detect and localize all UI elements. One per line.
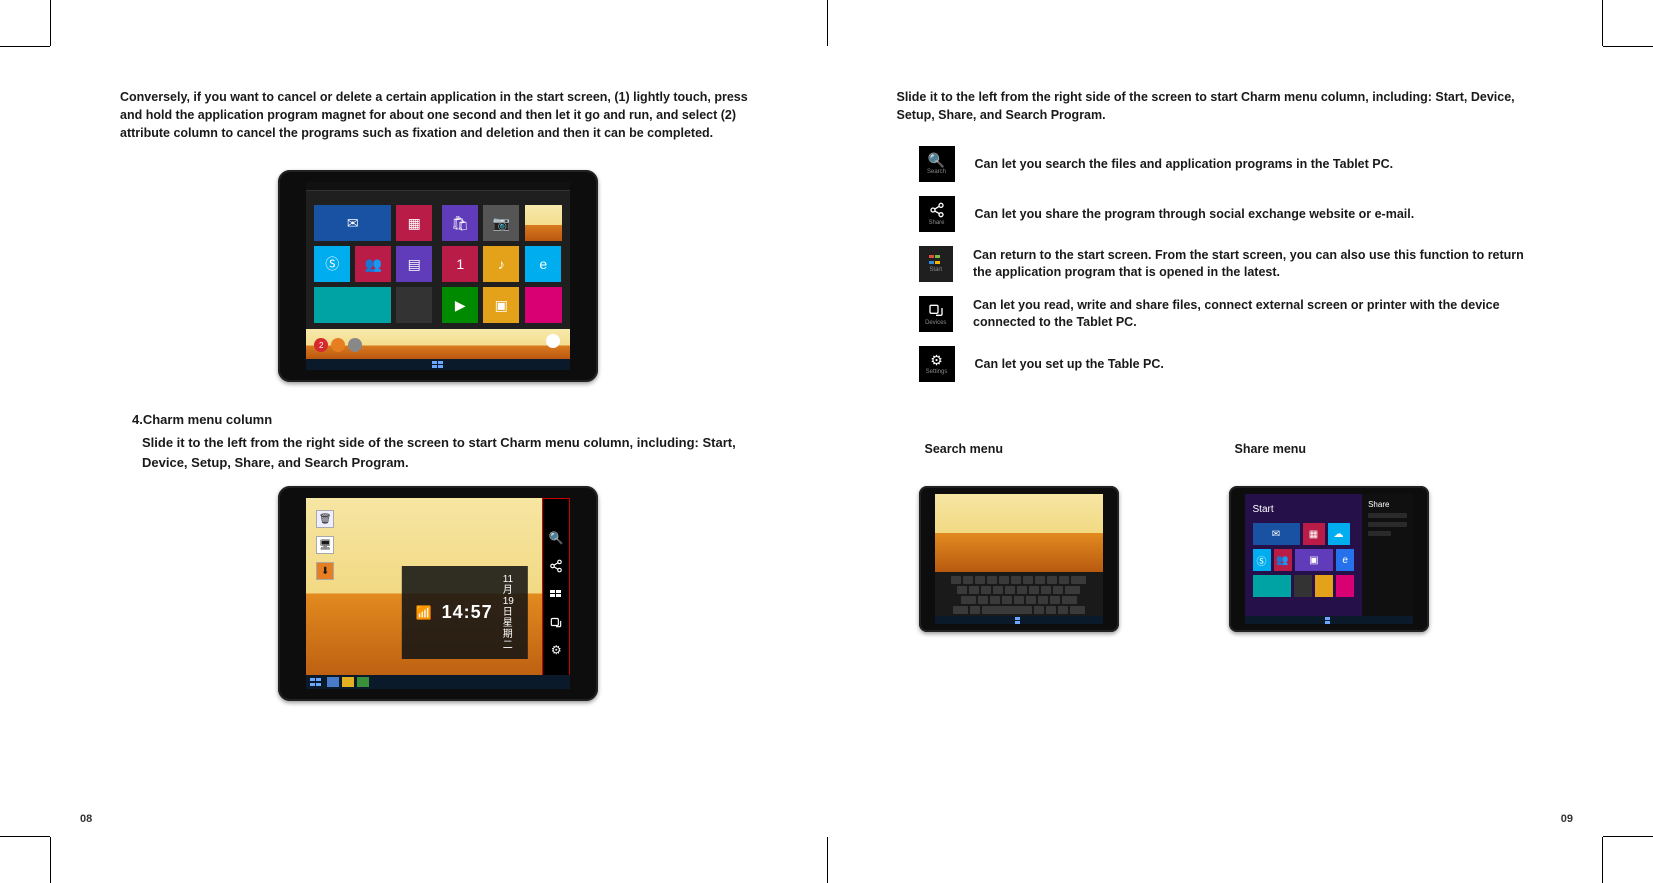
right-intro: Slide it to the left from the right side… (897, 88, 1534, 124)
news-tile (1253, 575, 1292, 597)
ie-tile: e (1336, 549, 1354, 571)
clock-date-1: 11月19日 (503, 574, 514, 618)
search-menu-figure: Search menu (919, 442, 1119, 632)
taskbar-windows-icon (310, 678, 322, 686)
charm-tile-share: Share (919, 196, 955, 232)
sports-tile (525, 287, 562, 323)
charm-devices-icon (549, 615, 563, 629)
windows-button-icon (1325, 617, 1333, 623)
search-menu-title: Search menu (925, 442, 1004, 456)
people-tile: 👥 (355, 246, 391, 282)
start-icon (929, 255, 943, 265)
charm-desc-search: Can let you search the files and applica… (975, 156, 1394, 173)
intro-paragraph: Conversely, if you want to cancel or del… (120, 88, 757, 142)
app-tile (1294, 575, 1312, 597)
mail-tile: ✉ (314, 205, 391, 241)
charm-bar: 🔍 ⚙ (542, 498, 570, 689)
onscreen-keyboard (935, 572, 1103, 616)
charm-search-icon: 🔍 (549, 531, 563, 545)
charm-tile-devices: Devices (919, 296, 954, 332)
section-4-heading: 4.Charm menu column (132, 412, 757, 427)
store-tile: 🛍 (442, 205, 478, 241)
xbox-tile: ▶ (442, 287, 478, 323)
page-number-left: 08 (80, 813, 92, 825)
windows-button-icon (1015, 617, 1023, 623)
charm-desc-settings: Can let you set up the Table PC. (975, 356, 1164, 373)
share-panel: Share (1362, 494, 1412, 624)
charm-tile-start: Start (919, 246, 954, 282)
taskbar-ie-icon (327, 677, 339, 687)
clock-date-2: 星期二 (503, 618, 513, 651)
weather-photo-tile (525, 205, 562, 241)
devices-icon (928, 302, 944, 318)
charm-settings-icon: ⚙ (549, 643, 563, 657)
people-tile: 👥 (1274, 549, 1292, 571)
mail-tile: ✉ (1253, 523, 1300, 545)
pc-icon: 🖥 (316, 536, 334, 554)
taskbar-explorer-icon (342, 677, 354, 687)
charm-tile-search: 🔍 Search (919, 146, 955, 182)
cloud-tile: ☁ (1328, 523, 1350, 545)
charm-descriptions: 🔍 Search Can let you search the files an… (919, 146, 1534, 382)
search-icon: 🔍 (928, 153, 945, 167)
calendar-tile: ▦ (1303, 523, 1325, 545)
charm-desc-devices: Can let you read, write and share files,… (973, 297, 1533, 331)
ie-tile: e (525, 246, 561, 282)
notes-tile: ▤ (396, 246, 432, 282)
tablet-start-screen-figure: ✉ ▦ Ⓢ 👥 ▤ (278, 170, 598, 382)
download-icon: ⬇ (316, 562, 334, 580)
camera-tile: 📷 (483, 205, 519, 241)
mail2-tile: 1 (442, 246, 478, 282)
recycle-bin-icon: 🗑 (316, 510, 334, 528)
charm-desc-share: Can let you share the program through so… (975, 206, 1415, 223)
charm-share-icon (549, 559, 563, 573)
finance-tile (396, 287, 432, 323)
share-menu-figure: Share menu Start ✉ ▦ ☁ (1229, 442, 1429, 632)
charm-desc-start: Can return to the start screen. From the… (973, 247, 1533, 281)
status-badges: 2 (314, 338, 362, 352)
start-label: Start (1253, 504, 1355, 515)
charm-tile-settings: ⚙ Settings (919, 346, 955, 382)
section-4-body: Slide it to the left from the right side… (142, 433, 757, 472)
page-number-right: 09 (1561, 813, 1573, 825)
charm-start-icon (549, 587, 563, 601)
taskbar (306, 359, 570, 371)
music-tile: ♪ (483, 246, 519, 282)
settings-icon: ⚙ (930, 353, 943, 367)
tablet-charm-bar-figure: 🗑 🖥 ⬇ 📶 14:57 11月19日 星期二 (278, 486, 598, 701)
share-menu-title: Share menu (1235, 442, 1307, 456)
page-08: Conversely, if you want to cancel or del… (50, 46, 827, 837)
photo-tile: ▣ (1295, 549, 1334, 571)
news-tile (314, 287, 391, 323)
video-tile: ▣ (483, 287, 519, 323)
clock-overlay: 📶 14:57 11月19日 星期二 (401, 566, 527, 659)
calendar-tile: ▦ (396, 205, 432, 241)
share-icon (929, 202, 945, 218)
page-09: Slide it to the left from the right side… (827, 46, 1604, 837)
network-icon: 📶 (415, 605, 431, 621)
sports-tile (1336, 575, 1354, 597)
skype-tile: Ⓢ (314, 246, 350, 282)
taskbar-app-icon (357, 677, 369, 687)
windows-button-icon (432, 361, 444, 369)
desktop-tile (1315, 575, 1333, 597)
skype-tile: Ⓢ (1253, 549, 1271, 571)
clock-time: 14:57 (442, 602, 493, 623)
